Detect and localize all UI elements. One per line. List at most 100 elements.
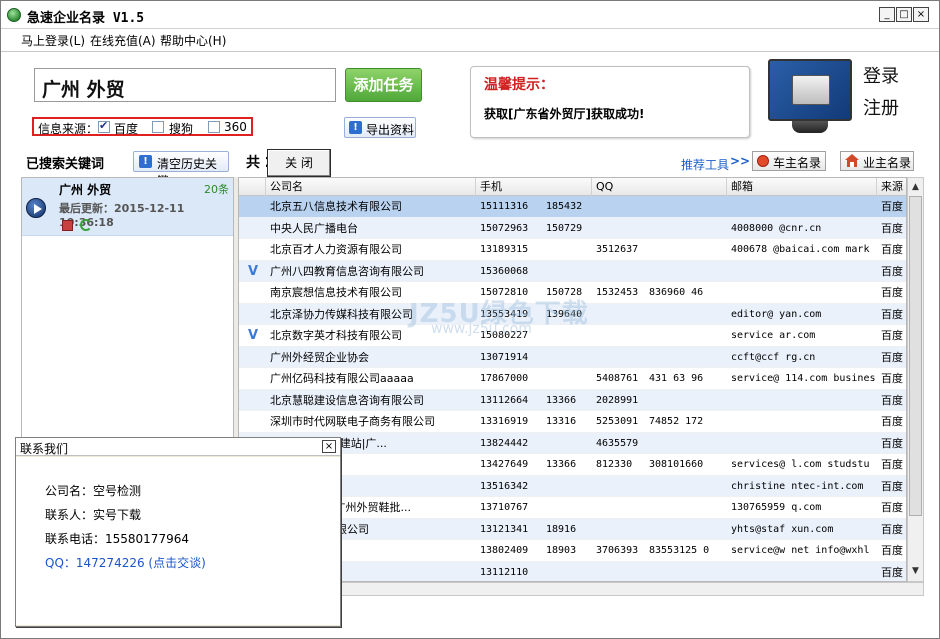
email-cell (731, 390, 877, 411)
company-cell: 广州外经贸企业协会 (270, 350, 369, 364)
phone-cell: 13824442 (480, 437, 529, 449)
keyword-name: 广州 外贸 (59, 183, 112, 197)
qq2-cell (649, 562, 727, 582)
phone2-cell: 13366 (546, 394, 577, 406)
car-owner-list-button[interactable]: 车主名录 (752, 151, 826, 171)
scroll-thumb[interactable] (909, 196, 922, 516)
dialog-close-icon[interactable]: × (322, 440, 336, 453)
table-row[interactable]: 广州亿码科技有限公司aaaaa 17867000 5408761 431 63 96 s… (239, 368, 906, 390)
phone-cell: 13112664 (480, 394, 529, 406)
email-cell: 4008000 @cnr.cn (731, 222, 822, 234)
vertical-scrollbar[interactable]: ▲ ▼ (907, 177, 924, 582)
email-cell: editor@ yan.com (731, 308, 822, 320)
column-header-qq[interactable]: QQ (592, 178, 727, 196)
table-row[interactable]: V 广州八四教育信息咨询有限公司 15360068 百度 (239, 260, 906, 282)
column-header-mark (239, 178, 266, 196)
phone2-cell (546, 433, 592, 454)
tip-title: 温馨提示： (484, 77, 554, 93)
phone-cell: 13316919 (480, 416, 529, 427)
dialog-body: 公司名：空号检测 联系人：实号下载 联系电话：15580177964 QQ：14… (16, 457, 340, 625)
source-360-label: 360 (224, 120, 247, 134)
refresh-icon[interactable] (80, 219, 92, 231)
email-cell: services@ l.com studstu (731, 459, 870, 470)
export-button[interactable]: ! 导出资料 (344, 117, 416, 138)
email-cell (731, 282, 877, 303)
scroll-up-icon[interactable]: ▲ (908, 180, 923, 194)
phone-cell: 15072963 (480, 222, 529, 234)
phone2-cell (546, 497, 592, 518)
qq-cell (596, 497, 646, 518)
table-row[interactable]: 北京五八信息技术有限公司 15111316 185432 百度 (239, 196, 906, 218)
source-360-checkbox[interactable] (208, 121, 220, 133)
menu-recharge[interactable]: 在线充值(A) (90, 32, 156, 49)
phone-cell: 13071914 (480, 351, 529, 363)
recommend-tools-link[interactable]: 推荐工具 (681, 156, 729, 173)
app-window: 急速企业名录 V1.5 _ □ × 马上登录(L) 在线充值(A) 帮助中心(H… (0, 0, 940, 639)
source-cell: 百度 (881, 393, 903, 407)
source-baidu-label: 百度 (114, 122, 139, 136)
play-icon[interactable] (26, 198, 46, 218)
table-row[interactable]: 北京百才人力资源有限公司 13189315 3512637 400678 @baica… (239, 239, 906, 261)
delete-icon[interactable] (62, 220, 73, 231)
qq-cell: 1532453 (596, 287, 639, 298)
column-header-phone[interactable]: 手机 (476, 178, 592, 196)
maximize-button[interactable]: □ (896, 7, 912, 22)
close-window-button[interactable]: × (913, 7, 929, 22)
keywords-header: 已搜索关键词 (26, 157, 105, 172)
minimize-button[interactable]: _ (879, 7, 895, 22)
source-cell: 百度 (881, 458, 903, 471)
source-cell: 百度 (881, 307, 903, 321)
menu-login[interactable]: 马上登录(L) (21, 32, 85, 49)
email-cell (731, 433, 877, 454)
car-owner-list-label: 车主名录 (773, 156, 822, 170)
source-cell: 百度 (881, 221, 903, 235)
export-icon: ! (349, 121, 362, 134)
email-cell: service@ 114.com busines (731, 373, 876, 384)
source-cell: 百度 (881, 522, 903, 536)
table-row[interactable]: 北京慧聪建设信息咨询有限公司 13112664 13366 2028991 百度 (239, 389, 906, 411)
property-owner-list-button[interactable]: 业主名录 (840, 151, 914, 171)
keyword-history-item[interactable]: 广州 外贸 20条 最后更新：2015-12-11 10:36:18 (22, 178, 233, 236)
source-sogou-checkbox[interactable] (152, 121, 164, 133)
app-logo-icon (7, 8, 21, 22)
qq2-cell (649, 304, 727, 325)
qq-cell (596, 347, 646, 368)
house-icon (845, 154, 859, 167)
login-link[interactable]: 登录 (863, 62, 899, 88)
qq2-cell: 308101660 (649, 459, 704, 470)
qq2-cell (649, 497, 727, 518)
keyword-result-count: 20条 (204, 183, 229, 196)
phone-cell: 13516342 (480, 480, 529, 492)
scroll-down-icon[interactable]: ▼ (908, 564, 923, 578)
source-selector: 信息来源： 百度 搜狗 360 (32, 117, 253, 136)
dialog-close-button[interactable]: 关 闭 (267, 149, 331, 177)
phone2-cell: 13316 (546, 416, 577, 427)
phone-cell: 13427649 (480, 459, 529, 470)
email-cell (731, 196, 877, 217)
qq-cell (596, 304, 646, 325)
phone2-cell: 185432 (546, 201, 583, 212)
dialog-contact: 联系人：实号下载 (45, 508, 142, 522)
register-link[interactable]: 注册 (863, 94, 899, 120)
keyword-input[interactable]: 广州 外贸 (34, 68, 336, 102)
column-header-email[interactable]: 邮箱 (727, 178, 877, 196)
dialog-titlebar: 联系我们 × (16, 438, 340, 456)
column-header-company[interactable]: 公司名 (266, 178, 476, 196)
table-row[interactable]: 广州外经贸企业协会 13071914 ccft@ccf rg.cn 百度 (239, 346, 906, 368)
qq-cell: 3512637 (596, 244, 639, 255)
dialog-qq-link[interactable]: QQ：147274226 (点击交谈) (45, 554, 206, 571)
menu-help[interactable]: 帮助中心(H) (160, 32, 226, 49)
qq-cell (596, 218, 646, 239)
qq2-cell (649, 347, 727, 368)
table-row[interactable]: 深圳市时代网联电子商务有限公司 13316919 13316 5253091 74852… (239, 411, 906, 433)
add-task-button[interactable]: 添加任务 (345, 68, 422, 102)
qq2-cell (649, 325, 727, 346)
clear-history-button[interactable]: ! 清空历史关键 (133, 151, 229, 188)
column-header-source[interactable]: 来源 (877, 178, 906, 196)
source-cell: 百度 (881, 544, 903, 557)
source-baidu-checkbox[interactable] (98, 119, 110, 133)
source-cell: 百度 (881, 243, 903, 256)
tip-panel: 温馨提示： 获取[广东省外贸厅]获取成功! (470, 66, 750, 138)
table-row[interactable]: 中央人民广播电台 15072963 150729 4008000 @cnr.cn 百度 (239, 217, 906, 239)
phone2-cell (546, 239, 592, 260)
